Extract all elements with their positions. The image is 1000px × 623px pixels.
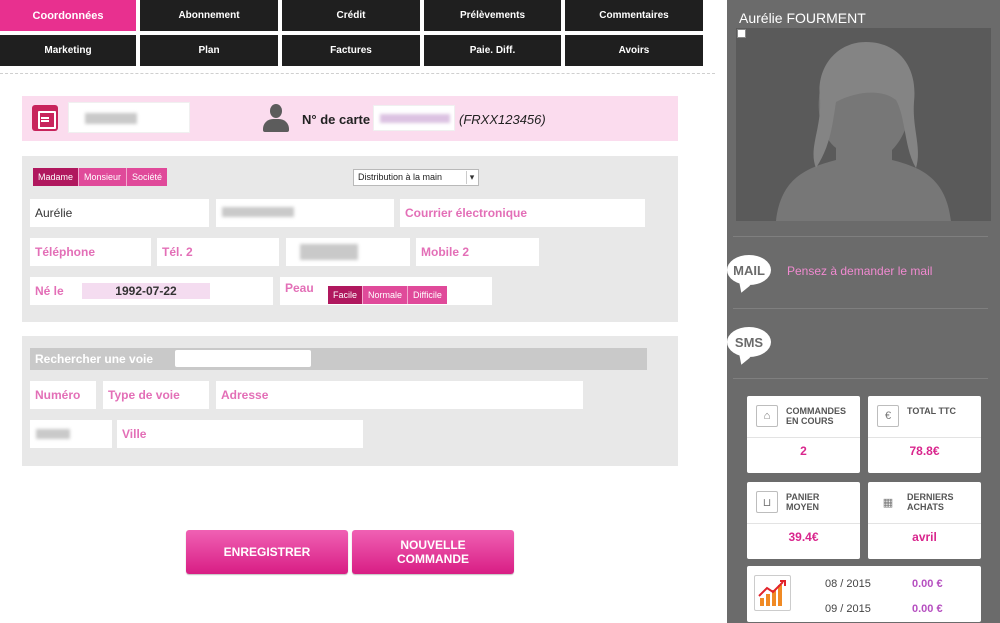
sms-bubble-icon[interactable]: SMS xyxy=(727,327,771,357)
address-panel: Rechercher une voie Numéro Type de voie … xyxy=(22,336,678,466)
postcode-field[interactable] xyxy=(30,420,112,448)
dob-value[interactable]: 1992-07-22 xyxy=(82,283,210,299)
distribution-select[interactable]: Distribution à la main xyxy=(353,169,479,186)
identity-panel: Madame Monsieur Société Distribution à l… xyxy=(22,156,678,322)
phone2-field[interactable]: Tél. 2 xyxy=(157,238,279,266)
redacted-value xyxy=(222,207,294,217)
redacted-value xyxy=(85,113,137,124)
bar-chart-icon xyxy=(754,575,791,611)
total-value: 78.8€ xyxy=(909,444,940,458)
basket-value: 39.4€ xyxy=(788,530,819,544)
customer-name: Aurélie FOURMENT xyxy=(739,10,866,26)
tab-avoirs[interactable]: Avoirs xyxy=(565,35,703,66)
month-label: 09 / 2015 xyxy=(825,603,871,615)
card-number-label: N° de carte xyxy=(302,112,371,127)
tab-plan[interactable]: Plan xyxy=(140,35,278,66)
street-search-label: Rechercher une voie xyxy=(35,352,154,366)
tab-factures[interactable]: Factures xyxy=(282,35,420,66)
sidebar-divider xyxy=(733,308,988,309)
street-search-input[interactable] xyxy=(175,350,311,367)
email-field[interactable]: Courrier électronique xyxy=(400,199,645,227)
last-purchases-card[interactable]: ▦ DERNIERS ACHATS avril xyxy=(868,482,981,559)
skin-facile[interactable]: Facile xyxy=(328,286,364,304)
tab-coordonnees[interactable]: Coordonnées xyxy=(0,0,136,31)
last-purchases-value: avril xyxy=(912,530,937,544)
tab-commentaires[interactable]: Commentaires xyxy=(565,0,703,31)
card-panel: N° de carte (FRXX123456) xyxy=(22,96,678,141)
skin-difficile[interactable]: Difficile xyxy=(408,286,447,304)
orders-value: 2 xyxy=(800,444,807,458)
tab-paie-diff[interactable]: Paie. Diff. xyxy=(424,35,561,66)
card-number-field[interactable] xyxy=(373,105,455,131)
customer-photo-placeholder xyxy=(736,28,991,221)
civility-madame[interactable]: Madame xyxy=(33,168,80,186)
city-field[interactable]: Ville xyxy=(117,420,363,448)
euro-icon: € xyxy=(877,405,899,427)
redacted-value xyxy=(36,429,70,439)
mail-bubble-icon[interactable]: MAIL xyxy=(727,255,771,285)
mail-hint: Pensez à demander le mail xyxy=(787,264,933,278)
orders-label: COMMANDES EN COURS xyxy=(786,406,846,426)
customer-code-field[interactable] xyxy=(68,102,190,133)
month-label: 08 / 2015 xyxy=(825,578,871,590)
total-ttc-card[interactable]: € TOTAL TTC 78.8€ xyxy=(868,396,981,473)
card-number-hint: (FRXX123456) xyxy=(459,112,546,127)
new-order-button[interactable]: NOUVELLE COMMANDE xyxy=(352,530,514,574)
sidebar-divider xyxy=(733,236,988,237)
last-purchases-label: DERNIERS ACHATS xyxy=(907,492,954,512)
dob-field[interactable]: Né le 1992-07-22 xyxy=(30,277,273,305)
sidebar-divider xyxy=(733,378,988,379)
tabs-divider xyxy=(0,73,715,74)
phone-field[interactable]: Téléphone xyxy=(30,238,151,266)
street-type-field[interactable]: Type de voie xyxy=(103,381,209,409)
basket-label: PANIER MOYEN xyxy=(786,492,820,512)
average-basket-card[interactable]: ⊔ PANIER MOYEN 39.4€ xyxy=(747,482,860,559)
top-tabs: Coordonnées Abonnement Crédit Prélèvemen… xyxy=(0,0,703,66)
tab-credit[interactable]: Crédit xyxy=(282,0,420,31)
tab-marketing[interactable]: Marketing xyxy=(0,35,136,66)
civility-toggle: Madame Monsieur Société xyxy=(33,168,168,186)
customer-sidebar: Aurélie FOURMENT MAIL Pensez à demander … xyxy=(727,0,1000,623)
mobile-field[interactable] xyxy=(286,238,410,266)
last-name-field[interactable] xyxy=(216,199,394,227)
tab-abonnement[interactable]: Abonnement xyxy=(140,0,278,31)
street-number-field[interactable]: Numéro xyxy=(30,381,96,409)
redacted-value xyxy=(300,244,358,260)
orders-in-progress-card[interactable]: ⌂ COMMANDES EN COURS 2 xyxy=(747,396,860,473)
month-amount: 0.00 € xyxy=(912,603,943,615)
skin-label: Peau xyxy=(285,281,314,295)
civility-societe[interactable]: Société xyxy=(127,168,168,186)
mobile2-field[interactable]: Mobile 2 xyxy=(416,238,539,266)
tab-row-2: Marketing Plan Factures Paie. Diff. Avoi… xyxy=(0,35,703,66)
first-name-field[interactable]: Aurélie xyxy=(30,199,209,227)
customer-card-icon xyxy=(32,105,58,131)
redacted-value xyxy=(380,114,450,123)
monthly-totals-card[interactable]: 08 / 2015 0.00 € 09 / 2015 0.00 € xyxy=(747,566,981,622)
save-button[interactable]: ENREGISTRER xyxy=(186,530,348,574)
total-label: TOTAL TTC xyxy=(907,406,956,416)
new-order-label-1: NOUVELLE xyxy=(400,538,466,552)
address-field[interactable]: Adresse xyxy=(216,381,583,409)
skin-toggle: Facile Normale Difficile xyxy=(328,286,447,304)
street-search-bar: Rechercher une voie xyxy=(30,348,647,370)
person-icon xyxy=(261,103,291,133)
skin-normale[interactable]: Normale xyxy=(363,286,409,304)
tab-row-1: Coordonnées Abonnement Crédit Prélèvemen… xyxy=(0,0,703,31)
month-amount: 0.00 € xyxy=(912,578,943,590)
civility-monsieur[interactable]: Monsieur xyxy=(79,168,128,186)
broken-image-icon xyxy=(737,29,746,38)
tab-prelevements[interactable]: Prélèvements xyxy=(424,0,561,31)
calendar-icon: ▦ xyxy=(882,496,894,509)
bag-icon: ⌂ xyxy=(756,405,778,427)
cart-icon: ⊔ xyxy=(756,491,778,513)
dob-label: Né le xyxy=(35,284,64,298)
new-order-label-2: COMMANDE xyxy=(397,552,469,566)
